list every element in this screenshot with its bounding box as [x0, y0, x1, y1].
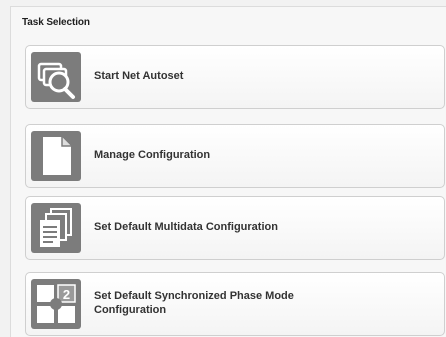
- document-icon: [31, 131, 81, 181]
- task-selection-panel: Task Selection Start Net Autoset Manage …: [10, 6, 446, 337]
- net-autoset-search-icon: [31, 52, 81, 102]
- set-default-synchronized-phase-mode-configuration-button[interactable]: 2 Set Default Synchronized Phase Mode Co…: [25, 272, 445, 336]
- multiple-documents-icon: [31, 203, 81, 253]
- section-title: Task Selection: [22, 17, 90, 28]
- start-net-autoset-button[interactable]: Start Net Autoset: [25, 45, 445, 109]
- task-label: Set Default Synchronized Phase Mode Conf…: [94, 290, 294, 316]
- phase-number-text: 2: [63, 287, 70, 302]
- task-label: Set Default Multidata Configuration: [94, 221, 278, 234]
- task-label: Start Net Autoset: [94, 70, 184, 83]
- set-default-multidata-configuration-button[interactable]: Set Default Multidata Configuration: [25, 196, 445, 260]
- task-label: Manage Configuration: [94, 149, 211, 162]
- manage-configuration-button[interactable]: Manage Configuration: [25, 124, 445, 188]
- phase-mode-quadrant-icon: 2: [31, 279, 81, 329]
